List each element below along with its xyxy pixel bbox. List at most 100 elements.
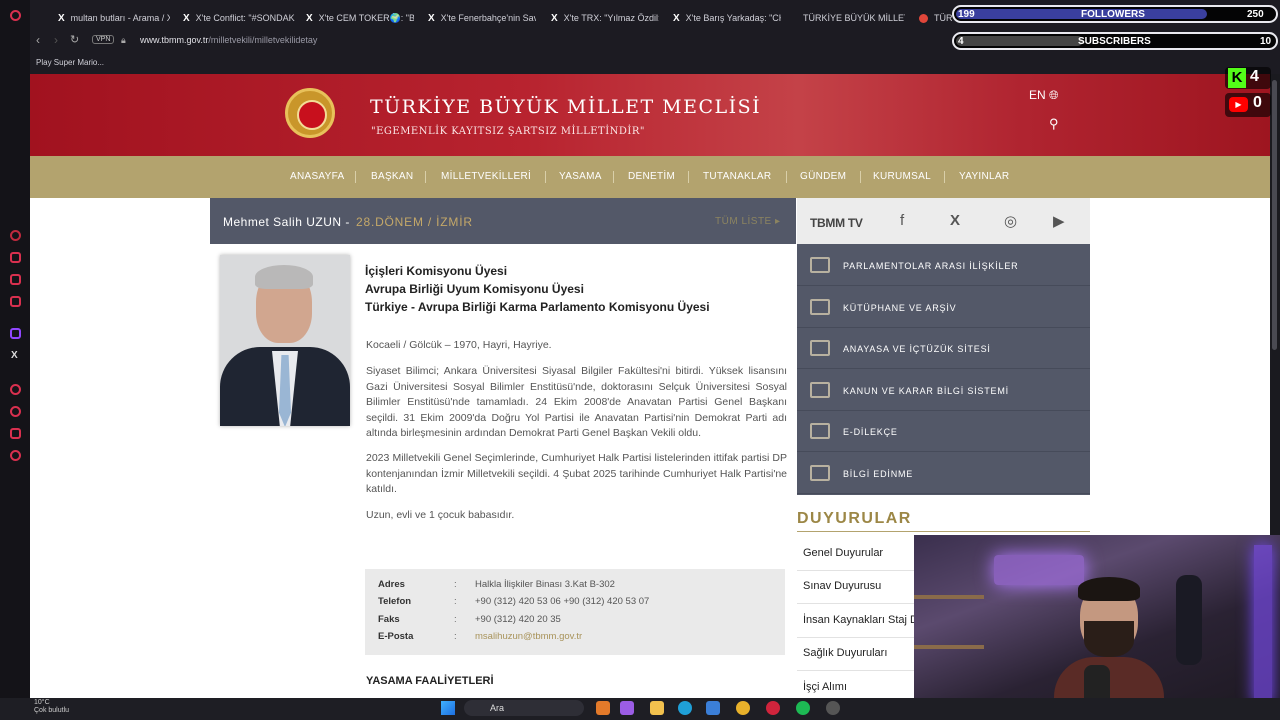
contact-label: Faks (378, 614, 400, 625)
facebook-icon[interactable]: f (900, 212, 904, 229)
subscribers-label: SUBSCRIBERS (1078, 36, 1151, 47)
browser-tab[interactable]: X X'te TRX: "Yılmaz Özdil: (551, 8, 659, 28)
announcement-link[interactable]: Sınav Duyurusu (803, 580, 881, 592)
browser-tab-label: X'te CEM TOKER🌍: "Ba (318, 12, 414, 23)
sidebar-icon-5[interactable] (10, 384, 21, 395)
followers-goal: 250 (1247, 9, 1264, 20)
settings-icon[interactable] (10, 450, 21, 461)
sidebar-icon-3[interactable] (10, 274, 21, 285)
pen-icon (810, 423, 830, 440)
temperature: 10°C (34, 699, 50, 706)
browser-tab[interactable]: TÜRKİYE BÜYÜK MİLLET (797, 8, 905, 28)
menu-divider (613, 171, 614, 183)
bio-paragraph: 2023 Milletvekili Genel Seçimlerinde, Cu… (366, 452, 787, 495)
all-list-link[interactable]: TÜM LİSTE ▸ (715, 216, 781, 227)
contact-phone: +90 (312) 420 53 06 +90 (312) 420 53 07 (475, 596, 650, 607)
tbmm-tv-link[interactable]: TBMM TV (810, 216, 863, 230)
bio-paragraph: Kocaeli / Gölcük – 1970, Hayri, Hayriye. (366, 339, 552, 351)
globe-icon: 🌐︎ (1049, 88, 1059, 102)
contact-separator: : (454, 579, 457, 590)
opera-taskbar-icon[interactable] (766, 701, 780, 715)
taskbar-search[interactable] (464, 700, 584, 716)
sidebar-icon-2[interactable] (10, 252, 21, 263)
menu-item[interactable]: BAŞKAN (371, 171, 413, 182)
quick-link-label: BİLGİ EDİNME (843, 469, 914, 479)
subscribers-count: 4 (958, 36, 964, 47)
announcements-heading: DUYURULAR (797, 510, 912, 527)
quick-link[interactable] (797, 453, 1090, 494)
youtube-logo-icon: ▶ (1229, 97, 1248, 112)
contact-label: E-Posta (378, 631, 414, 642)
spotify-icon[interactable] (796, 701, 810, 715)
language-switch[interactable]: EN 🌐︎ (1029, 88, 1059, 103)
kick-logo-icon: K (1228, 68, 1246, 88)
browser-tab[interactable]: X X'te Conflict: "#SONDAK (183, 8, 295, 28)
menu-item[interactable]: ANASAYFA (290, 171, 344, 182)
bookmark-item[interactable]: Play Super Mario... (36, 58, 104, 67)
magnifier-icon (810, 465, 830, 481)
tbmm-emblem-icon[interactable] (285, 88, 335, 138)
subscribers-goal-bar: 4 SUBSCRIBERS 10 (952, 32, 1278, 50)
kick-viewer-count: 4 (1250, 68, 1259, 85)
announcement-link[interactable]: İşçi Alımı (803, 681, 847, 693)
announcement-link[interactable]: Genel Duyurular (803, 547, 883, 559)
menu-item[interactable]: MİLLETVEKİLLERİ (441, 171, 531, 182)
browser-tab[interactable]: X X'te Barış Yarkadaş: "CH (673, 8, 781, 28)
file-explorer-icon[interactable] (650, 701, 664, 715)
menu-divider (944, 171, 945, 183)
x-icon: X (551, 12, 558, 24)
weather-widget[interactable]: 10°C Çok bulutlu (34, 699, 69, 715)
menu-item[interactable]: YASAMA (559, 171, 602, 182)
menu-item[interactable]: DENETİM (628, 171, 675, 182)
menu-item[interactable]: GÜNDEM (800, 171, 846, 182)
edge-icon[interactable] (678, 701, 692, 715)
twitch-icon[interactable] (10, 328, 21, 339)
browser-tab-label: multan butları - Arama / X (70, 13, 170, 23)
browser-tab[interactable]: X X'te CEM TOKER🌍: "Ba (306, 8, 414, 28)
youtube-icon[interactable]: ▶ (1053, 212, 1065, 230)
sidebar-icon-4[interactable] (10, 296, 21, 307)
announcement-link[interactable]: Sağlık Duyuruları (803, 647, 887, 659)
taskbar-app-icon[interactable] (596, 701, 610, 715)
announcement-link[interactable]: İnsan Kaynakları Staj D (803, 614, 918, 626)
x-icon[interactable]: X (950, 212, 960, 229)
x-icon[interactable]: X (11, 350, 22, 361)
sidebar-icon-6[interactable] (10, 428, 21, 439)
tbmm-icon (919, 13, 928, 23)
member-role: Avrupa Birliği Uyum Komisyonu Üyesi (365, 282, 584, 296)
history-icon[interactable] (10, 406, 21, 417)
instagram-icon[interactable]: ◎ (1004, 212, 1017, 230)
chrome-icon[interactable] (736, 701, 750, 715)
taskbar-app-icon[interactable] (826, 701, 840, 715)
library-icon (810, 298, 830, 315)
back-icon[interactable]: ‹ (36, 33, 40, 47)
forward-icon[interactable]: › (54, 33, 58, 47)
menu-item[interactable]: TUTANAKLAR (703, 171, 771, 182)
url-field[interactable]: www.tbmm.gov.tr/milletvekili/milletvekil… (140, 35, 317, 45)
vpn-badge[interactable]: VPN (92, 35, 115, 44)
taskbar-search-label: Ara (490, 703, 505, 713)
contact-separator: : (454, 614, 457, 625)
copilot-icon[interactable] (620, 701, 634, 715)
reload-icon[interactable]: ↻ (70, 33, 79, 46)
browser-tab[interactable]: Xmultan butları - Arama / X (58, 8, 170, 28)
menu-item[interactable]: KURUMSAL (873, 171, 931, 182)
search-icon[interactable]: ⚲ (1049, 116, 1059, 132)
menu-item[interactable]: YAYINLAR (959, 171, 1009, 182)
quick-link[interactable] (797, 411, 1090, 453)
scales-icon (810, 381, 830, 398)
subscribers-goal: 10 (1260, 36, 1272, 47)
followers-goal-bar: 199 FOLLOWERS 250 (952, 5, 1278, 23)
sidebar-icon-1[interactable] (10, 230, 21, 241)
page-scrollbar-thumb[interactable] (1272, 80, 1277, 350)
menu-divider (425, 171, 426, 183)
x-icon: X (183, 12, 190, 24)
member-name: Mehmet Salih UZUN - (223, 215, 350, 229)
store-icon[interactable] (706, 701, 720, 715)
opera-icon[interactable] (10, 10, 21, 21)
contact-email-link[interactable]: msalihuzun@tbmm.gov.tr (475, 631, 582, 642)
windows-taskbar (0, 698, 1280, 720)
browser-tab[interactable]: X X'te Fenerbahçe'nin Sav (428, 8, 536, 28)
site-title[interactable]: TÜRKİYE BÜYÜK MİLLET MECLİSİ (370, 96, 761, 118)
windows-start-icon[interactable] (441, 701, 455, 715)
